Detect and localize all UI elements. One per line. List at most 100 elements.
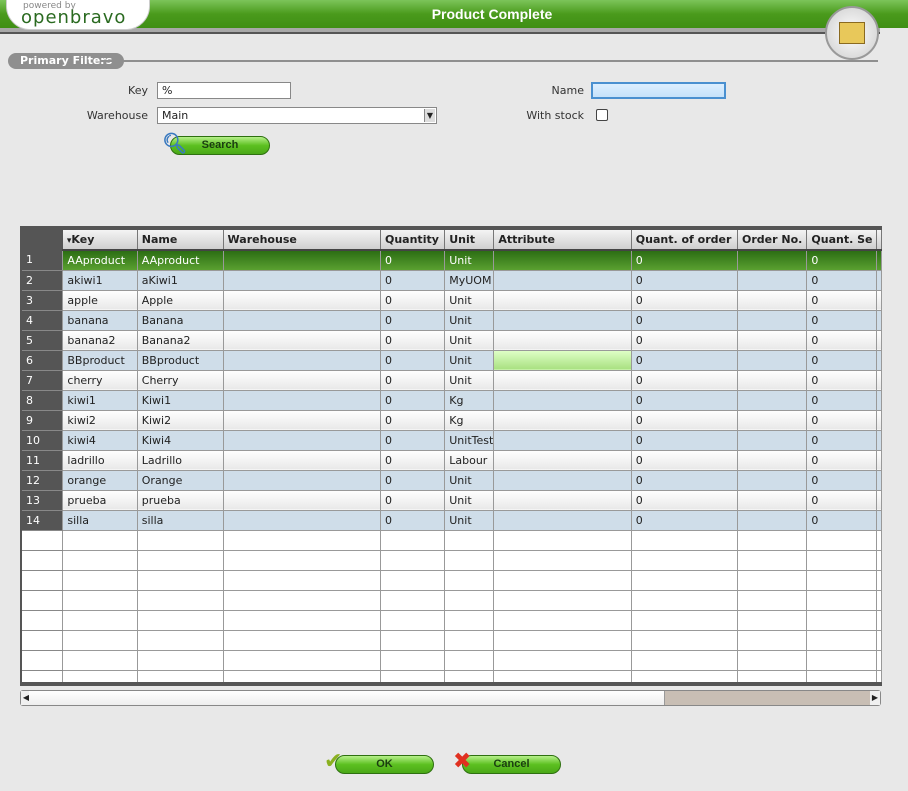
table-cell[interactable] bbox=[737, 370, 808, 391]
ok-button[interactable]: OK bbox=[335, 755, 434, 774]
table-cell[interactable]: prueba bbox=[137, 490, 224, 511]
table-cell[interactable]: 0 bbox=[380, 350, 446, 371]
row-number[interactable]: 4 bbox=[22, 310, 64, 331]
table-cell[interactable]: 0 bbox=[631, 490, 739, 511]
table-cell[interactable]: 0 bbox=[806, 290, 877, 311]
table-cell[interactable]: Cherry bbox=[137, 370, 224, 391]
table-cell[interactable]: 0 bbox=[380, 510, 446, 531]
table-cell[interactable]: 0 bbox=[380, 290, 446, 311]
table-cell[interactable]: orange bbox=[62, 470, 138, 491]
cancel-button[interactable]: Cancel bbox=[462, 755, 561, 774]
table-cell[interactable] bbox=[493, 250, 632, 271]
table-cell[interactable]: Ladrillo bbox=[137, 450, 224, 471]
table-cell[interactable] bbox=[737, 430, 808, 451]
table-cell[interactable] bbox=[737, 290, 808, 311]
table-cell[interactable]: 0 bbox=[380, 310, 446, 331]
table-cell[interactable]: akiwi1 bbox=[62, 270, 138, 291]
table-cell[interactable]: 0 bbox=[806, 490, 877, 511]
table-cell[interactable]: Apple bbox=[137, 290, 224, 311]
table-cell[interactable]: aKiwi1 bbox=[137, 270, 224, 291]
table-cell[interactable] bbox=[223, 430, 382, 451]
row-number[interactable]: 3 bbox=[22, 290, 64, 311]
table-cell[interactable]: 0 bbox=[631, 250, 739, 271]
row-number[interactable]: 7 bbox=[22, 370, 64, 391]
table-cell[interactable]: Kiwi2 bbox=[137, 410, 224, 431]
table-cell[interactable] bbox=[223, 250, 382, 271]
table-cell[interactable]: 0 bbox=[806, 430, 877, 451]
table-row[interactable]: 9 kiwi2 Kiwi2 0 Kg 0 0 bbox=[22, 410, 882, 431]
table-cell[interactable]: Unit bbox=[444, 290, 495, 311]
table-cell[interactable]: 0 bbox=[806, 270, 877, 291]
table-cell[interactable]: Unit bbox=[444, 250, 495, 271]
table-row[interactable]: 10 kiwi4 Kiwi4 0 UnitTest 0 0 bbox=[22, 430, 882, 451]
table-cell[interactable] bbox=[223, 390, 382, 411]
table-cell[interactable] bbox=[493, 310, 632, 331]
table-cell[interactable] bbox=[223, 330, 382, 351]
table-cell[interactable] bbox=[493, 270, 632, 291]
table-cell[interactable]: BBproduct bbox=[137, 350, 224, 371]
table-cell[interactable] bbox=[493, 410, 632, 431]
chevron-down-icon[interactable]: ▼ bbox=[424, 109, 435, 122]
table-cell[interactable] bbox=[223, 290, 382, 311]
row-number[interactable]: 10 bbox=[22, 430, 64, 451]
table-cell[interactable]: 0 bbox=[806, 350, 877, 371]
table-cell[interactable]: 0 bbox=[806, 390, 877, 411]
table-cell[interactable]: 0 bbox=[806, 510, 877, 531]
table-cell[interactable]: 0 bbox=[380, 430, 446, 451]
table-cell[interactable] bbox=[737, 450, 808, 471]
column-header[interactable]: Attribute bbox=[493, 230, 632, 251]
table-cell[interactable] bbox=[223, 450, 382, 471]
warehouse-select[interactable]: Main ▼ bbox=[157, 107, 437, 124]
column-header[interactable]: Quant. Se bbox=[806, 230, 877, 251]
table-row[interactable]: 3 apple Apple 0 Unit 0 0 bbox=[22, 290, 882, 311]
name-input[interactable] bbox=[591, 82, 726, 99]
table-cell[interactable] bbox=[493, 330, 632, 351]
table-cell[interactable] bbox=[493, 390, 632, 411]
table-row[interactable]: 12 orange Orange 0 Unit 0 0 bbox=[22, 470, 882, 491]
table-cell[interactable]: 0 bbox=[806, 470, 877, 491]
table-cell[interactable] bbox=[223, 490, 382, 511]
table-cell[interactable]: 0 bbox=[631, 310, 739, 331]
table-cell[interactable]: Unit bbox=[444, 490, 495, 511]
table-cell[interactable]: 0 bbox=[806, 410, 877, 431]
table-cell[interactable] bbox=[737, 330, 808, 351]
row-number[interactable]: 13 bbox=[22, 490, 64, 511]
table-cell[interactable]: 0 bbox=[631, 270, 739, 291]
table-cell[interactable]: 0 bbox=[631, 290, 739, 311]
table-cell[interactable]: MyUOM bbox=[444, 270, 495, 291]
table-cell[interactable] bbox=[493, 450, 632, 471]
table-cell[interactable]: 0 bbox=[631, 390, 739, 411]
table-row[interactable]: 11 ladrillo Ladrillo 0 Labour 0 0 bbox=[22, 450, 882, 471]
table-cell[interactable] bbox=[493, 370, 632, 391]
table-cell[interactable]: 0 bbox=[631, 410, 739, 431]
row-number[interactable]: 6 bbox=[22, 350, 64, 371]
row-number[interactable]: 14 bbox=[22, 510, 64, 531]
table-cell[interactable]: Banana2 bbox=[137, 330, 224, 351]
table-cell[interactable] bbox=[223, 470, 382, 491]
table-row[interactable]: 5 banana2 Banana2 0 Unit 0 0 bbox=[22, 330, 882, 351]
scrollbar-thumb[interactable] bbox=[29, 691, 665, 705]
row-number[interactable]: 8 bbox=[22, 390, 64, 411]
table-cell[interactable] bbox=[223, 510, 382, 531]
table-cell[interactable]: banana bbox=[62, 310, 138, 331]
table-cell[interactable]: 0 bbox=[631, 330, 739, 351]
table-cell[interactable]: silla bbox=[137, 510, 224, 531]
table-cell[interactable]: 0 bbox=[631, 470, 739, 491]
table-cell[interactable] bbox=[493, 490, 632, 511]
table-cell[interactable]: 0 bbox=[380, 370, 446, 391]
table-cell[interactable]: 0 bbox=[806, 250, 877, 271]
table-cell[interactable]: banana2 bbox=[62, 330, 138, 351]
column-header[interactable]: Order No. bbox=[737, 230, 808, 251]
table-cell[interactable] bbox=[223, 350, 382, 371]
table-cell[interactable] bbox=[737, 350, 808, 371]
table-cell[interactable]: 0 bbox=[380, 270, 446, 291]
table-cell[interactable]: 0 bbox=[380, 410, 446, 431]
table-cell[interactable]: Kg bbox=[444, 390, 495, 411]
table-cell[interactable]: 0 bbox=[631, 370, 739, 391]
column-header[interactable]: Warehouse bbox=[223, 230, 382, 251]
table-cell[interactable]: 0 bbox=[631, 510, 739, 531]
table-cell[interactable]: 0 bbox=[631, 450, 739, 471]
with-stock-checkbox[interactable] bbox=[596, 109, 608, 121]
table-cell[interactable]: Unit bbox=[444, 310, 495, 331]
table-cell[interactable]: 0 bbox=[380, 470, 446, 491]
